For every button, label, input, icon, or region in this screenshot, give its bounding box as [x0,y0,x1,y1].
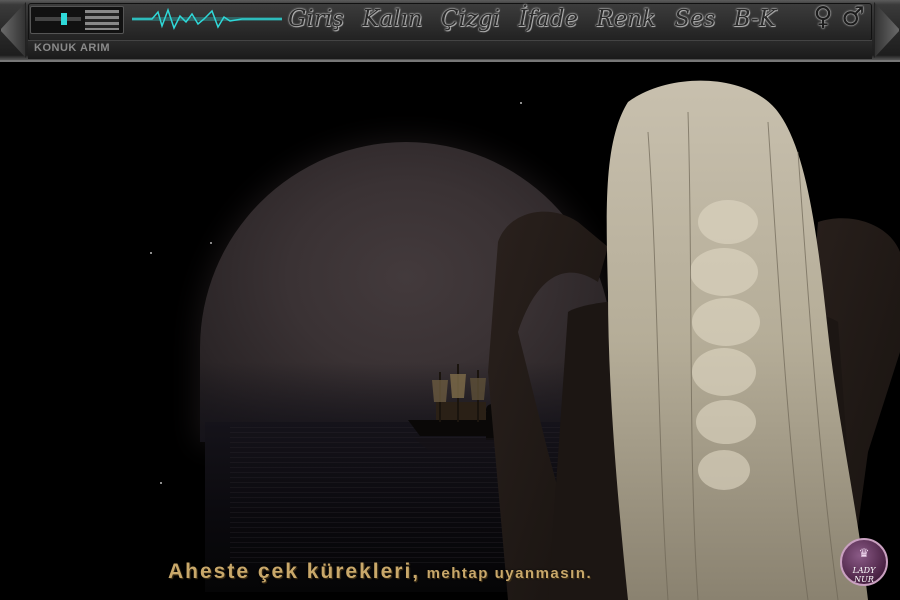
toolbar-subbar [28,40,872,59]
menu-renk[interactable]: Renk [596,6,656,32]
star [150,252,152,254]
star [160,482,162,484]
caption-small: mehtap uyanmasın. [426,565,593,582]
menu-kalin[interactable]: Kalın [362,6,422,32]
menu-ses[interactable]: Ses [674,6,715,32]
male-icon[interactable]: ♂ [840,2,866,32]
menu-bk[interactable]: B-K [734,6,776,32]
volume-slider-knob[interactable] [61,13,67,25]
volume-slider-track [35,17,81,21]
heartbeat-icon [132,7,282,30]
poem-caption: Aheste çek kürekleri, mehtap uyanmasın. [168,560,592,584]
female-icon[interactable]: ♀ [810,2,836,32]
caption-main: Aheste çek kürekleri, [168,560,421,583]
woman-illustration [488,80,900,600]
right-arrow-icon[interactable] [874,2,900,58]
crown-icon: ♛ [858,546,870,560]
menu-ifade[interactable]: İfade [518,6,578,32]
top-toolbar: Giriş Kalın Çizgi İfade Renk Ses B-K ♀ ♂… [0,0,900,62]
toolbar-menu: Giriş Kalın Çizgi İfade Renk Ses B-K [282,2,782,36]
room-label: KONUK ARIM [34,42,111,54]
background-scene: Aheste çek kürekleri, mehtap uyanmasın. [0,62,900,600]
menu-cizgi[interactable]: Çizgi [441,6,500,32]
mixer-icon[interactable] [30,6,124,34]
star [210,242,212,244]
left-arrow-icon[interactable] [0,2,26,58]
logo-text: LADY NUR [852,566,876,584]
lady-nur-logo: ♛ LADY NUR [840,538,888,586]
equalizer-icon [85,10,119,30]
menu-giris[interactable]: Giriş [288,6,344,32]
